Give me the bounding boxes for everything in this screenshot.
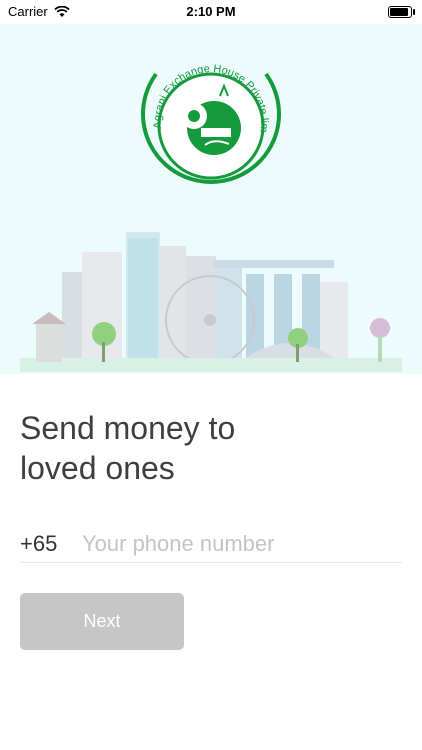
next-button[interactable]: Next xyxy=(20,593,184,650)
hero-banner: Agrani Exchange House Private limited xyxy=(0,24,422,374)
battery-fill xyxy=(390,8,408,16)
phone-row: +65 xyxy=(20,526,402,563)
headline: Send money to loved ones xyxy=(20,408,235,488)
battery-icon xyxy=(388,6,415,18)
company-logo: Agrani Exchange House Private limited xyxy=(0,24,281,184)
skyline xyxy=(20,232,402,372)
headline-line-2: loved ones xyxy=(20,450,175,486)
headline-line-1: Send money to xyxy=(20,410,236,446)
city-skyline-illustration: Agrani Exchange House Private limited xyxy=(0,24,402,372)
phone-number-input[interactable] xyxy=(80,530,384,558)
status-bar: Carrier 2:10 PM xyxy=(0,0,422,24)
country-code[interactable]: +65 xyxy=(20,531,80,557)
status-time: 2:10 PM xyxy=(186,4,236,19)
